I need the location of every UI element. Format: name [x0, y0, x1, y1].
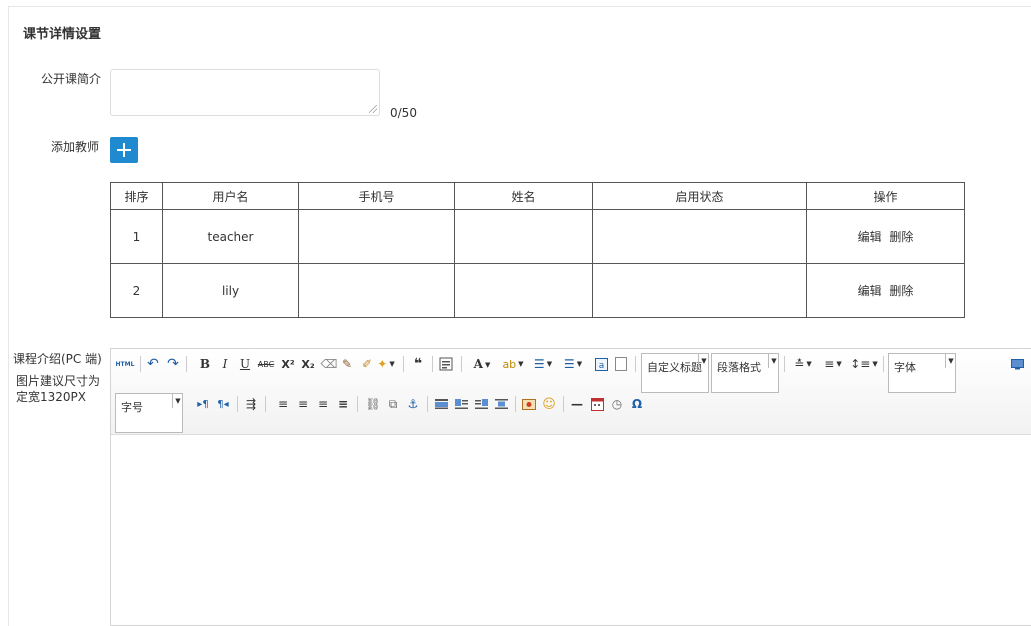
indent-icon[interactable]: ⇶	[243, 395, 259, 413]
italic-icon[interactable]: I	[217, 355, 233, 373]
time-icon[interactable]: ◷	[609, 395, 625, 413]
date-icon[interactable]	[589, 395, 605, 413]
cell-username: teacher	[162, 209, 299, 264]
subscript-icon[interactable]: X₂	[299, 355, 317, 373]
anchor-icon[interactable]: ⚓	[405, 395, 421, 413]
chevron-down-icon: ▼	[172, 394, 183, 408]
cell-actions: 编辑 删除	[806, 263, 965, 318]
delete-link[interactable]: 删除	[889, 284, 913, 298]
background-color-icon[interactable]: ab ▼	[499, 355, 527, 373]
image-center-icon[interactable]	[493, 395, 509, 413]
align-right-icon[interactable]: ≡	[315, 395, 331, 413]
align-justify-icon[interactable]: ≡	[335, 395, 351, 413]
special-chars-icon[interactable]: Ω	[629, 395, 645, 413]
select-all-icon[interactable]: a	[593, 355, 609, 373]
custom-title-select[interactable]: 自定义标题 ▼	[641, 353, 709, 393]
rich-text-editor[interactable]: HTML ↶ ↷ B I U ABC X² X₂ ⌫ ✎ ✐ ✦ ▼ ❝ A ▼ a…	[110, 348, 1031, 626]
cell-status	[592, 209, 807, 264]
cell-status	[592, 263, 807, 318]
cell-phone	[298, 209, 455, 264]
unlink-icon[interactable]: ⧉	[385, 395, 401, 413]
table-header-row: 排序 用户名 手机号 姓名 启用状态 操作	[110, 182, 965, 210]
image-size-hint-line1: 图片建议尺寸为	[16, 374, 101, 388]
eraser-icon[interactable]: ⌫	[321, 355, 338, 373]
blockquote-icon[interactable]: ❝	[409, 355, 427, 373]
font-size-label: 字号	[121, 401, 143, 414]
image-none-icon[interactable]	[433, 395, 449, 413]
ordered-list-icon[interactable]: ☰ ▼	[529, 355, 557, 373]
intro-counter: 0/50	[390, 106, 417, 120]
row-spacing-top-icon[interactable]: ≛ ▼	[789, 355, 817, 373]
paste-plain-icon[interactable]	[437, 355, 455, 373]
table-row: 1 teacher 编辑 删除	[110, 209, 965, 264]
font-family-label: 字体	[894, 361, 916, 374]
align-center-icon[interactable]: ≡	[295, 395, 311, 413]
cell-phone	[298, 263, 455, 318]
teacher-table: 排序 用户名 手机号 姓名 启用状态 操作 1 teacher 编辑 删除 2 …	[110, 182, 965, 318]
image-size-hint-line2: 定宽1320PX	[16, 390, 86, 404]
paragraph-format-select[interactable]: 段落格式 ▼	[711, 353, 779, 393]
cell-order: 2	[110, 263, 163, 318]
intro-textarea[interactable]	[110, 69, 380, 116]
editor-content-area[interactable]	[111, 435, 1031, 625]
col-name: 姓名	[454, 182, 593, 210]
align-left-icon[interactable]: ≡	[275, 395, 291, 413]
custom-title-label: 自定义标题	[647, 361, 702, 374]
add-teacher-button[interactable]	[110, 137, 138, 163]
emotion-icon[interactable]: ☺	[541, 395, 557, 413]
paragraph-format-label: 段落格式	[717, 361, 761, 374]
undo-icon[interactable]: ↶	[145, 355, 161, 373]
col-status: 启用状态	[592, 182, 807, 210]
resize-grip-icon[interactable]	[369, 105, 377, 113]
line-height-icon[interactable]: ↕≡ ▼	[849, 355, 879, 373]
cell-order: 1	[110, 209, 163, 264]
cell-name	[454, 263, 593, 318]
plus-icon	[117, 143, 131, 157]
teacher-label: 添加教师	[51, 140, 100, 154]
col-actions: 操作	[806, 182, 965, 210]
strikethrough-icon[interactable]: ABC	[257, 355, 275, 373]
cell-username: lily	[162, 263, 299, 318]
link-icon[interactable]: ⛓	[365, 395, 381, 413]
editor-toolbar: HTML ↶ ↷ B I U ABC X² X₂ ⌫ ✎ ✐ ✦ ▼ ❝ A ▼ a…	[111, 349, 1031, 435]
underline-icon[interactable]: U	[237, 355, 253, 373]
auto-format-icon[interactable]: ✦ ▼	[373, 355, 399, 373]
row-spacing-bottom-icon[interactable]: ≡ ▼	[819, 355, 847, 373]
image-right-icon[interactable]	[473, 395, 489, 413]
superscript-icon[interactable]: X²	[279, 355, 297, 373]
svg-text:a: a	[598, 361, 604, 371]
redo-icon[interactable]: ↷	[165, 355, 181, 373]
cell-actions: 编辑 删除	[806, 209, 965, 264]
cell-name	[454, 209, 593, 264]
chevron-down-icon: ▼	[768, 354, 779, 368]
intro-label: 公开课简介	[41, 72, 102, 86]
clear-document-icon[interactable]	[613, 355, 629, 373]
image-left-icon[interactable]	[453, 395, 469, 413]
col-phone: 手机号	[298, 182, 455, 210]
insert-image-icon[interactable]	[521, 395, 537, 413]
html-source-button[interactable]: HTML	[115, 355, 135, 373]
rtl-direction-icon[interactable]: ¶◂	[215, 395, 231, 413]
col-username: 用户名	[162, 182, 299, 210]
bold-icon[interactable]: B	[197, 355, 213, 373]
format-brush-icon[interactable]: ✎	[339, 355, 355, 373]
font-color-icon[interactable]: A ▼	[469, 355, 495, 373]
chevron-down-icon: ▼	[945, 354, 956, 368]
font-family-select[interactable]: 字体 ▼	[888, 353, 956, 393]
fullscreen-icon[interactable]	[1009, 355, 1025, 373]
col-order: 排序	[110, 182, 163, 210]
ltr-direction-icon[interactable]: ▸¶	[195, 395, 211, 413]
font-size-select[interactable]: 字号 ▼	[115, 393, 183, 433]
course-intro-label: 课程介绍(PC 端)	[13, 352, 102, 366]
edit-link[interactable]: 编辑	[858, 230, 882, 244]
section-title: 课节详情设置	[23, 27, 102, 42]
horizontal-rule-icon[interactable]: —	[569, 395, 585, 413]
table-row: 2 lily 编辑 删除	[110, 263, 965, 318]
chevron-down-icon: ▼	[698, 354, 709, 368]
edit-link[interactable]: 编辑	[858, 284, 882, 298]
unordered-list-icon[interactable]: ☰ ▼	[559, 355, 587, 373]
delete-link[interactable]: 删除	[889, 230, 913, 244]
